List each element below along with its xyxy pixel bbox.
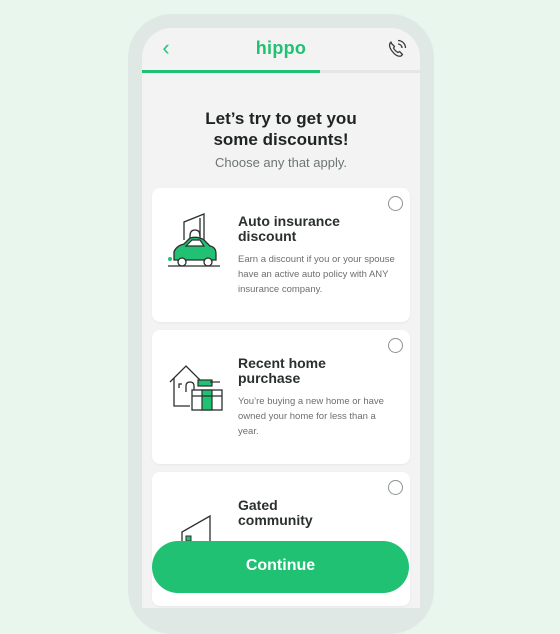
recent-purchase-title-line1: Recent home <box>238 355 326 371</box>
auto-discount-title-line1: Auto insurance <box>238 213 340 229</box>
discount-card-recent-purchase[interactable]: Recent home purchase You’re buying a new… <box>152 330 410 464</box>
auto-discount-title: Auto insurance discount <box>238 214 388 244</box>
page-title-line2: some discounts! <box>213 130 349 149</box>
auto-discount-desc: Earn a discount if you or your spouse ha… <box>238 254 395 295</box>
hippo-logo: hippo <box>255 38 307 58</box>
house-boxes-icon <box>169 365 223 411</box>
page-subtitle: Choose any that apply. <box>214 155 347 170</box>
recent-purchase-desc: You’re buying a new home or have owned y… <box>238 396 384 437</box>
gated-community-title: Gated community <box>238 498 388 528</box>
gated-community-radio[interactable] <box>388 480 403 495</box>
auto-discount-title-line2: discount <box>238 228 297 244</box>
phone-call-icon <box>388 39 407 57</box>
gated-community-title-line2: community <box>238 512 313 528</box>
car-house-icon <box>168 213 220 267</box>
progress-bar <box>142 70 420 73</box>
auto-discount-radio[interactable] <box>388 196 403 211</box>
page-title-line1: Let’s try to get you <box>205 109 357 128</box>
discount-card-auto[interactable]: Auto insurance discount Earn a discount … <box>152 188 410 322</box>
recent-purchase-radio[interactable] <box>388 338 403 353</box>
app-screen: ‹ hippo Let’s try to get you some discou… <box>142 28 420 608</box>
recent-purchase-title: Recent home purchase <box>238 356 388 386</box>
call-button[interactable] <box>384 36 410 62</box>
continue-button[interactable]: Continue <box>152 541 409 593</box>
page-title: Let’s try to get you some discounts! <box>162 108 400 150</box>
progress-fill <box>142 70 320 73</box>
gated-community-title-line1: Gated <box>238 497 278 513</box>
top-bar: ‹ hippo <box>142 28 420 73</box>
recent-purchase-title-line2: purchase <box>238 370 301 386</box>
